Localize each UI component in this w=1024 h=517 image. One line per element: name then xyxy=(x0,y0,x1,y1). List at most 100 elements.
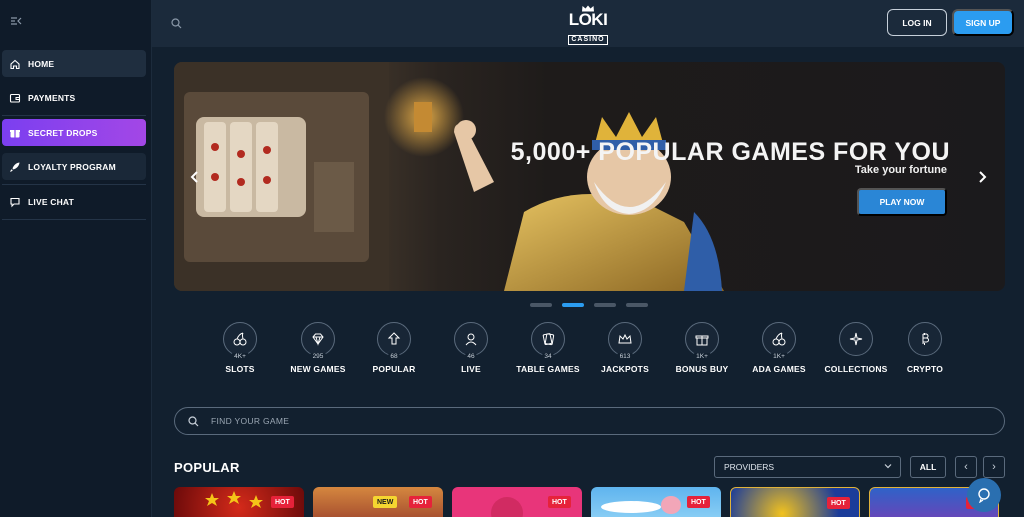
category-circle: 46 xyxy=(454,322,488,361)
hero-title: 5,000+ POPULAR GAMES FOR YOU xyxy=(510,138,950,166)
divider xyxy=(2,184,146,185)
category-label: JACKPOTS xyxy=(601,364,649,374)
sidebar-item-live-chat[interactable]: LIVE CHAT xyxy=(2,188,146,215)
hot-badge: HOT xyxy=(548,496,571,508)
sidebar-nav: HOME PAYMENTS SECRET DROPS LOYALTY PROGR… xyxy=(2,50,146,223)
category-count: 1K+ xyxy=(771,353,787,361)
sidebar-item-secret-drops[interactable]: SECRET DROPS xyxy=(2,119,146,146)
search-placeholder: FIND YOUR GAME xyxy=(211,416,290,426)
hot-badge: HOT xyxy=(827,497,850,509)
section-title-popular: POPULAR xyxy=(174,460,240,475)
category-label: COLLECTIONS xyxy=(824,364,888,374)
collapse-sidebar-icon[interactable] xyxy=(10,15,24,29)
divider xyxy=(2,219,146,220)
sidebar-item-home[interactable]: HOME xyxy=(2,50,146,77)
category-count: 34 xyxy=(542,353,554,361)
category-circle: 295 xyxy=(301,322,335,361)
search-icon[interactable] xyxy=(171,16,182,34)
sidebar-item-label: HOME xyxy=(28,58,55,69)
game-card[interactable]: HOT xyxy=(730,487,860,517)
category-circle xyxy=(908,322,942,356)
category-circle: 613 xyxy=(608,322,642,361)
category-count: 68 xyxy=(388,353,400,361)
category-label: BONUS BUY xyxy=(675,364,729,374)
sparkles-icon xyxy=(849,332,863,346)
category-label: ADA GAMES xyxy=(752,364,806,374)
category-bonus-buy[interactable]: 1K+ BONUS BUY xyxy=(662,322,742,374)
game-search-input[interactable]: FIND YOUR GAME xyxy=(174,407,1005,435)
chevron-right-icon[interactable] xyxy=(975,170,989,188)
category-circle: 4K+ xyxy=(223,322,257,361)
category-count: 46 xyxy=(465,353,477,361)
carousel-dots xyxy=(530,303,648,307)
category-label: SLOTS xyxy=(225,364,255,374)
category-new-games[interactable]: 295 NEW GAMES xyxy=(278,322,358,374)
providers-label: PROVIDERS xyxy=(724,462,775,472)
chat-bubble-icon xyxy=(8,195,22,209)
top-arrow-icon xyxy=(387,332,401,345)
category-popular[interactable]: 68 POPULAR xyxy=(354,322,434,374)
logo-subtitle: CASINO xyxy=(568,35,608,45)
signup-button[interactable]: SIGN UP xyxy=(952,9,1014,36)
sidebar-item-label: SECRET DROPS xyxy=(28,127,98,138)
carousel-dot[interactable] xyxy=(594,303,616,307)
category-count: 4K+ xyxy=(232,353,248,361)
sidebar-item-label: PAYMENTS xyxy=(28,92,76,103)
hot-badge: HOT xyxy=(271,496,294,508)
category-table-games[interactable]: 34 TABLE GAMES xyxy=(508,322,588,374)
hot-badge: HOT xyxy=(409,496,432,508)
game-card[interactable]: HOT xyxy=(174,487,304,517)
loki-casino-logo[interactable]: LOKI CASINO xyxy=(565,5,611,45)
carousel-dot[interactable] xyxy=(530,303,552,307)
sidebar-item-label: LIVE CHAT xyxy=(28,196,75,207)
sidebar-item-loyalty-program[interactable]: LOYALTY PROGRAM xyxy=(2,153,146,180)
hero-illustration xyxy=(174,62,724,291)
category-bar: 4K+ SLOTS 295 NEW GAMES 68 POPULAR 46 LI… xyxy=(210,322,970,382)
game-card[interactable]: HOT xyxy=(452,487,582,517)
cards-icon xyxy=(542,333,555,346)
category-circle: 1K+ xyxy=(762,322,796,361)
sidebar-item-label: LOYALTY PROGRAM xyxy=(28,161,116,172)
diamond-icon xyxy=(312,333,324,346)
play-now-button[interactable]: PLAY NOW xyxy=(857,188,947,216)
category-count: 295 xyxy=(310,353,326,361)
cherries-icon xyxy=(772,332,786,346)
category-crypto[interactable]: CRYPTO xyxy=(885,322,965,374)
top-header: LOKI CASINO LOG IN SIGN UP xyxy=(152,0,1024,47)
all-button[interactable]: ALL xyxy=(910,456,946,478)
category-slots[interactable]: 4K+ SLOTS xyxy=(200,322,280,374)
category-label: LIVE xyxy=(461,364,481,374)
prev-page-button[interactable]: ‹ xyxy=(955,456,977,478)
hero-banner[interactable]: 5,000+ POPULAR GAMES FOR YOU Take your f… xyxy=(174,62,1005,291)
sidebar: HOME PAYMENTS SECRET DROPS LOYALTY PROGR… xyxy=(0,0,152,517)
rocket-icon xyxy=(8,160,22,174)
carousel-dot[interactable] xyxy=(626,303,648,307)
hero-subtitle: Take your fortune xyxy=(854,164,947,176)
chevron-left-icon[interactable] xyxy=(188,170,202,188)
category-jackpots[interactable]: 613 JACKPOTS xyxy=(585,322,665,374)
bitcoin-icon xyxy=(922,333,929,345)
game-card[interactable]: HOT xyxy=(591,487,721,517)
crown-icon xyxy=(618,333,632,344)
popular-games-row: HOT NEW HOT HOT HOT HOT HOT xyxy=(174,487,1005,517)
carousel-dot-active[interactable] xyxy=(562,303,584,307)
wallet-icon xyxy=(8,91,22,105)
category-count: 613 xyxy=(617,353,633,361)
search-icon xyxy=(188,415,199,426)
category-circle xyxy=(839,322,873,356)
category-circle: 1K+ xyxy=(685,322,719,361)
sidebar-item-payments[interactable]: PAYMENTS xyxy=(2,84,146,111)
chevron-down-icon xyxy=(883,461,893,474)
support-chat-button[interactable] xyxy=(967,478,1001,512)
category-collections[interactable]: COLLECTIONS xyxy=(816,322,896,374)
next-page-button[interactable]: › xyxy=(983,456,1005,478)
category-live[interactable]: 46 LIVE xyxy=(431,322,511,374)
category-label: POPULAR xyxy=(372,364,416,374)
home-icon xyxy=(8,57,22,71)
providers-select[interactable]: PROVIDERS xyxy=(714,456,901,478)
login-button[interactable]: LOG IN xyxy=(887,9,947,36)
category-label: CRYPTO xyxy=(906,364,944,374)
category-circle: 34 xyxy=(531,322,565,361)
game-card[interactable]: NEW HOT xyxy=(313,487,443,517)
category-ada-games[interactable]: 1K+ ADA GAMES xyxy=(739,322,819,374)
